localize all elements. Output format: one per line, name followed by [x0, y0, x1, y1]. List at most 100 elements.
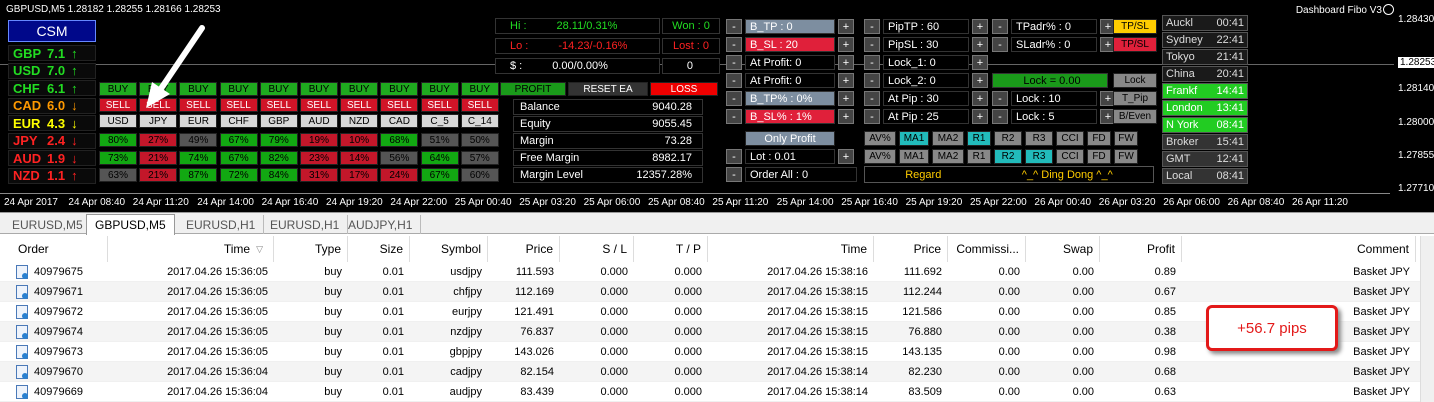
column-header[interactable]: Order: [0, 236, 108, 262]
chart-tab[interactable]: GBPUSD,M5: [86, 214, 175, 235]
plus-button[interactable]: +: [972, 73, 988, 88]
column-header[interactable]: Price: [488, 236, 560, 262]
column-header[interactable]: Size: [348, 236, 410, 262]
plus-button[interactable]: +: [838, 73, 854, 88]
tp-sl-button[interactable]: TP/SL: [1113, 19, 1157, 34]
minus-button[interactable]: -: [992, 91, 1008, 106]
column-header[interactable]: Comment: [1182, 236, 1416, 262]
table-row[interactable]: 40979669 2017.04.26 15:36:04 buy 0.01 audjpy…: [0, 382, 1420, 402]
buy-button[interactable]: BUY: [99, 82, 137, 96]
buy-button[interactable]: BUY: [340, 82, 379, 96]
chart-window[interactable]: GBPUSD,M5 1.28182 1.28255 1.28166 1.2825…: [0, 0, 1434, 212]
buy-button[interactable]: BUY: [380, 82, 419, 96]
minus-button[interactable]: -: [726, 55, 742, 70]
currency-button[interactable]: USD: [99, 114, 137, 128]
indicator-toggle[interactable]: FD: [1087, 131, 1111, 146]
minus-button[interactable]: -: [726, 19, 742, 34]
minus-button[interactable]: -: [864, 91, 880, 106]
indicator-toggle[interactable]: AV%: [864, 131, 896, 146]
sell-button[interactable]: SELL: [380, 98, 419, 112]
column-header[interactable]: Profit: [1100, 236, 1182, 262]
buy-button[interactable]: BUY: [219, 82, 258, 96]
currency-button[interactable]: NZD: [340, 114, 379, 128]
minus-button[interactable]: -: [726, 109, 742, 124]
indicator-toggle[interactable]: CCI: [1056, 149, 1084, 164]
sell-button[interactable]: SELL: [340, 98, 379, 112]
minus-button[interactable]: -: [726, 73, 742, 88]
chart-tab[interactable]: EURUSD,H1: [178, 215, 265, 234]
currency-button[interactable]: C_14: [460, 114, 499, 128]
indicator-toggle[interactable]: FD: [1087, 149, 1111, 164]
minus-button[interactable]: -: [992, 109, 1008, 124]
sell-button[interactable]: SELL: [99, 98, 137, 112]
plus-button[interactable]: +: [838, 55, 854, 70]
plus-button[interactable]: +: [838, 109, 854, 124]
indicator-toggle[interactable]: FW: [1114, 131, 1138, 146]
indicator-toggle[interactable]: CCI: [1056, 131, 1084, 146]
indicator-toggle[interactable]: AV%: [864, 149, 896, 164]
indicator-toggle[interactable]: FW: [1114, 149, 1138, 164]
currency-button[interactable]: CAD: [380, 114, 419, 128]
buy-button[interactable]: BUY: [259, 82, 298, 96]
chart-tab[interactable]: AUDJPY,H1: [340, 215, 422, 234]
minus-button[interactable]: -: [864, 55, 880, 70]
column-header[interactable]: Commissi...: [948, 236, 1026, 262]
indicator-toggle[interactable]: MA1: [899, 149, 929, 164]
plus-button[interactable]: +: [838, 19, 854, 34]
table-row[interactable]: 40979675 2017.04.26 15:36:05 buy 0.01 usdjpy…: [0, 262, 1420, 282]
minus-button[interactable]: -: [726, 91, 742, 106]
currency-button[interactable]: GBP: [259, 114, 298, 128]
plus-button[interactable]: +: [838, 149, 854, 164]
column-header[interactable]: Time ▽: [108, 236, 274, 262]
plus-button[interactable]: +: [838, 91, 854, 106]
column-header[interactable]: T / P: [634, 236, 708, 262]
indicator-toggle[interactable]: MA1: [899, 131, 929, 146]
plus-button[interactable]: +: [972, 109, 988, 124]
buy-button[interactable]: BUY: [420, 82, 459, 96]
plus-button[interactable]: +: [972, 91, 988, 106]
minus-button[interactable]: -: [992, 37, 1008, 52]
indicator-toggle[interactable]: R2: [994, 131, 1022, 146]
minus-button[interactable]: -: [864, 109, 880, 124]
reset-ea-button[interactable]: RESET EA: [568, 82, 648, 96]
column-header[interactable]: Time: [708, 236, 874, 262]
table-row[interactable]: 40979671 2017.04.26 15:36:05 buy 0.01 chfjpy…: [0, 282, 1420, 302]
column-header[interactable]: Swap: [1026, 236, 1100, 262]
indicator-toggle[interactable]: MA2: [932, 131, 964, 146]
column-header[interactable]: Type: [274, 236, 348, 262]
indicator-toggle[interactable]: R1: [967, 149, 991, 164]
sell-button[interactable]: SELL: [219, 98, 258, 112]
minus-button[interactable]: -: [726, 37, 742, 52]
tp-sl-button[interactable]: TP/SL: [1113, 37, 1157, 52]
table-row[interactable]: 40979670 2017.04.26 15:36:04 buy 0.01 cadjpy…: [0, 362, 1420, 382]
currency-button[interactable]: CHF: [219, 114, 258, 128]
indicator-toggle[interactable]: MA2: [932, 149, 964, 164]
chart-tab[interactable]: EURUSD,H1: [262, 215, 349, 234]
plus-button[interactable]: +: [972, 19, 988, 34]
chart-tab[interactable]: EURUSD,M5: [4, 215, 92, 234]
sell-button[interactable]: SELL: [259, 98, 298, 112]
indicator-toggle[interactable]: R3: [1025, 149, 1053, 164]
sell-button[interactable]: SELL: [420, 98, 459, 112]
plus-button[interactable]: +: [972, 37, 988, 52]
minus-button[interactable]: -: [726, 167, 742, 182]
t-pip-button[interactable]: T_Pip: [1113, 91, 1157, 106]
minus-button[interactable]: -: [726, 149, 742, 164]
indicator-toggle[interactable]: R1: [967, 131, 991, 146]
column-header[interactable]: Price: [874, 236, 948, 262]
only-profit-button[interactable]: Only Profit: [745, 131, 835, 146]
minus-button[interactable]: -: [864, 73, 880, 88]
currency-button[interactable]: JPY: [139, 114, 178, 128]
profit-button[interactable]: PROFIT: [500, 82, 566, 96]
plus-button[interactable]: +: [838, 37, 854, 52]
column-header[interactable]: S / L: [560, 236, 634, 262]
currency-button[interactable]: AUD: [300, 114, 338, 128]
vertical-scrollbar[interactable]: [1420, 236, 1434, 402]
currency-button[interactable]: C_5: [420, 114, 459, 128]
plus-button[interactable]: +: [972, 55, 988, 70]
sell-button[interactable]: SELL: [460, 98, 499, 112]
indicator-toggle[interactable]: R2: [994, 149, 1022, 164]
minus-button[interactable]: -: [992, 19, 1008, 34]
minus-button[interactable]: -: [864, 37, 880, 52]
b-even-button[interactable]: B/Even: [1113, 109, 1157, 124]
